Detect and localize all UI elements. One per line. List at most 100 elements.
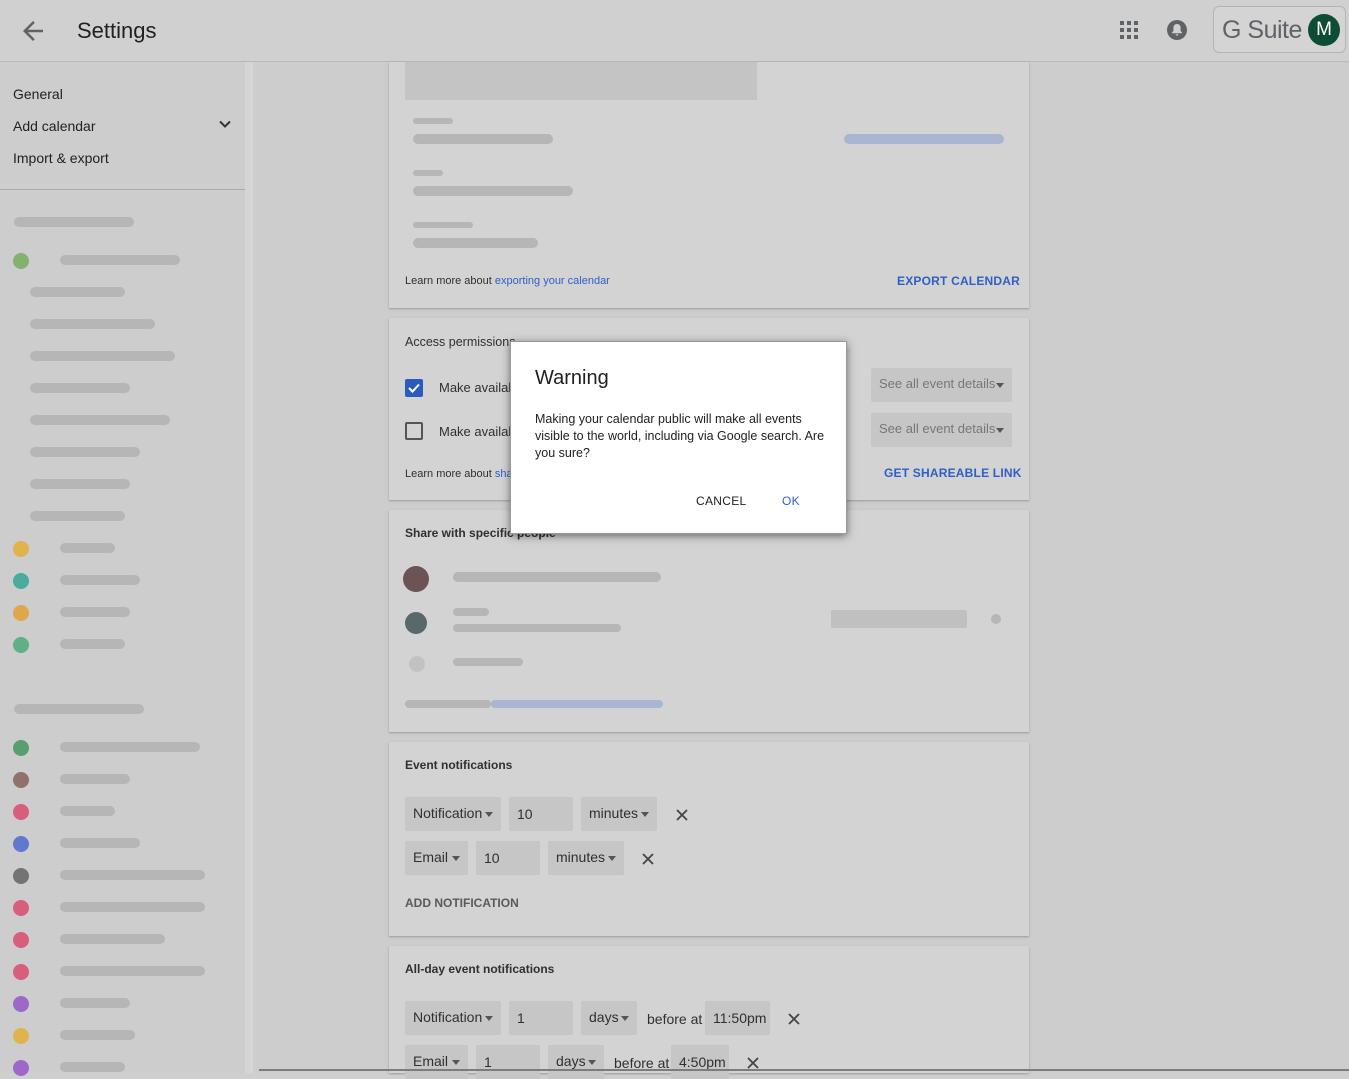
blurred-text [453,624,621,632]
blurred-sidebar-item [30,383,130,393]
dropdown-caret-icon [452,856,460,861]
sidebar-item-add-calendar[interactable]: Add calendar [13,118,96,134]
blurred-sidebar-item [60,607,130,617]
window-bottom-edge [259,1069,1349,1071]
access-learn-more: Learn more about sha [405,468,513,480]
blurred-select [831,610,967,628]
calendar-color-dot [13,868,29,884]
calendar-color-dot [13,772,29,788]
blurred-sidebar-item [14,704,144,714]
calendar-color-dot [13,996,29,1012]
blurred-field [405,62,757,100]
allday-notification-time-input[interactable]: 11:50pm [705,1001,770,1035]
allday-email-time-input[interactable]: 4:50pm [671,1045,729,1079]
blurred-sidebar-item [30,511,125,521]
notification-type-select[interactable]: Notification [405,797,501,831]
blurred-icon [991,614,1001,624]
close-icon[interactable] [675,808,689,822]
page-title: Settings [77,18,157,43]
close-icon[interactable] [746,1056,760,1070]
email-unit-select[interactable]: minutes [548,841,624,875]
close-icon[interactable] [641,852,655,866]
dropdown-caret-icon [996,428,1004,433]
blurred-sidebar-item [60,742,200,752]
dialog-message: Making your calendar public will make al… [535,412,825,460]
calendar-color-dot [13,964,29,980]
blurred-text [453,608,489,616]
calendar-color-dot [13,804,29,820]
allday-notifications-title: All-day event notifications [405,962,555,976]
blurred-text [413,170,443,176]
public-access-select[interactable]: See all event details [871,368,1012,402]
allday-notification-unit-select[interactable]: days [581,1001,637,1035]
blurred-sidebar-item [60,1030,135,1040]
account-switcher[interactable]: G Suite M [1213,6,1346,53]
blurred-sidebar-item [30,479,130,489]
warning-dialog: Warning Making your calendar public will… [510,341,847,534]
blurred-sidebar-item [60,806,115,816]
allday-notification-amount-input[interactable]: 1 [509,1001,573,1035]
blurred-sidebar-item [30,447,140,457]
blurred-sidebar-item [30,319,155,329]
dropdown-caret-icon [621,1016,629,1021]
dropdown-caret-icon [485,1016,493,1021]
make-org-available-checkbox[interactable] [405,422,423,440]
calendar-color-dot [13,573,29,589]
blurred-sidebar-item [14,217,134,227]
avatar[interactable]: M [1308,14,1340,46]
blurred-sidebar-item [60,870,205,880]
blurred-text [453,658,523,666]
dropdown-caret-icon [608,856,616,861]
sidebar-item-general[interactable]: General [13,86,63,102]
sidebar-item-import-export[interactable]: Import & export [13,150,109,166]
blurred-sidebar-item [30,287,125,297]
sidebar-scroll-track[interactable] [245,62,253,1073]
apps-grid-icon[interactable] [1119,20,1139,40]
notifications-bell-icon[interactable] [1166,19,1188,41]
allday-email-amount-input[interactable]: 1 [476,1045,540,1079]
blurred-sidebar-item [60,1062,125,1072]
get-shareable-link-button[interactable]: GET SHAREABLE LINK [884,466,1022,480]
blurred-link [844,134,1004,144]
sidebar [0,62,245,1073]
cancel-button[interactable]: CANCEL [696,494,746,508]
allday-email-type-select[interactable]: Email [405,1045,468,1079]
calendar-color-dot [13,1028,29,1044]
calendar-color-dot [13,253,29,269]
add-notification-button[interactable]: ADD NOTIFICATION [405,896,519,910]
event-notifications-title: Event notifications [405,758,513,772]
dropdown-caret-icon [588,1060,596,1065]
notification-unit-select[interactable]: minutes [581,797,657,831]
calendar-color-dot [13,836,29,852]
notification-amount-input[interactable]: 10 [509,797,573,831]
dropdown-caret-icon [996,383,1004,388]
blurred-text [413,134,553,144]
allday-notification-type-select[interactable]: Notification [405,1001,501,1035]
email-type-select[interactable]: Email [405,841,468,875]
make-org-available-label: Make availab [439,424,516,439]
dropdown-caret-icon [485,812,493,817]
blurred-text [413,222,473,228]
calendar-details-card: Learn more about exporting your calendar… [389,62,1029,308]
close-icon[interactable] [787,1012,801,1026]
org-access-select[interactable]: See all event details [871,413,1012,447]
avatar [405,612,427,634]
allday-notifications-card: All-day event notifications Notification… [389,946,1029,1079]
email-amount-input[interactable]: 10 [476,841,540,875]
make-public-label: Make availab [439,380,516,395]
allday-email-unit-select[interactable]: days [548,1045,604,1079]
make-public-checkbox[interactable] [405,379,423,397]
blurred-text [413,238,538,248]
blurred-sidebar-item [60,575,140,585]
export-learn-more: Learn more about exporting your calendar [405,275,610,287]
gsuite-logo: G Suite [1222,16,1302,44]
event-notifications-card: Event notifications Notification 10 minu… [389,742,1029,936]
blurred-sidebar-item [60,639,125,649]
ok-button[interactable]: OK [782,494,800,508]
export-help-link[interactable]: exporting your calendar [495,275,610,287]
chevron-down-icon[interactable] [218,117,232,131]
dropdown-caret-icon [452,1060,460,1065]
export-calendar-button[interactable]: EXPORT CALENDAR [897,274,1020,288]
access-permissions-title: Access permissions [405,335,516,349]
back-arrow-icon[interactable] [18,16,48,46]
